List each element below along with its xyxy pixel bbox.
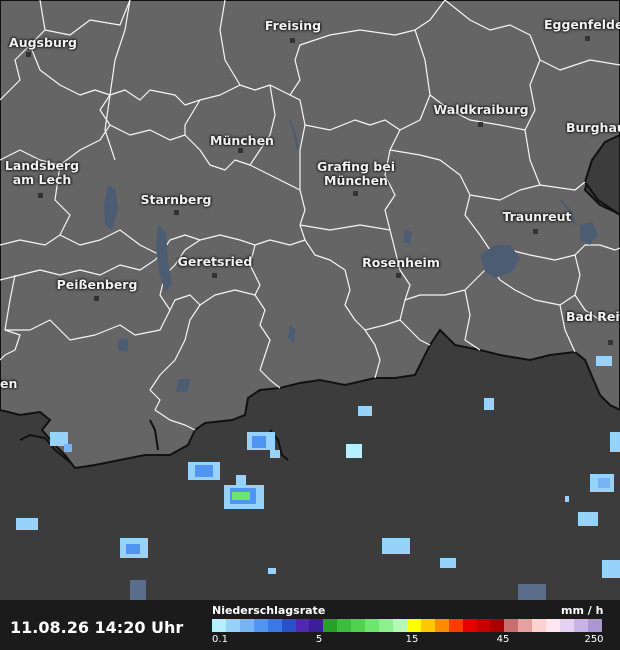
legend-swatch [239,619,254,632]
legend-swatch [448,619,463,632]
timestamp: 11.08.26 14:20 Uhr [10,618,184,637]
city-label-eggenfelden: Eggenfelde [544,17,620,32]
legend-swatch [490,619,505,632]
legend-color-scale [212,619,602,632]
legend-swatch [573,619,588,632]
legend-swatch [337,619,352,632]
city-label-muenchen: München [210,133,274,148]
legend-swatch [392,619,407,632]
legend-tick: 0.1 [212,634,228,645]
legend-swatch [225,619,240,632]
radar-map [0,0,620,600]
city-label-traunreut: Traunreut [502,209,572,224]
legend-swatch [323,619,338,632]
legend-tick: 15 [405,634,419,645]
legend-unit: mm / h [561,604,604,617]
legend-swatch [267,619,282,632]
legend-swatch [379,619,393,632]
legend-swatch [532,619,547,632]
legend-swatch [365,619,380,632]
city-label-landsberg: Landsberg am Lech [4,158,80,187]
city-label-rosenheim: Rosenheim [362,255,440,270]
legend-swatch [351,619,366,632]
city-label-bad-reichenhall: Bad Reic [566,309,620,324]
legend-swatch [587,619,602,632]
city-label-burghausen: Burghau [566,120,620,135]
legend-swatch [212,619,226,632]
legend-swatch [295,619,310,632]
city-label-freising: Freising [264,18,322,33]
legend-swatch [420,619,435,632]
city-label-waldkraiburg: Waldkraiburg [433,102,529,117]
legend-swatch [504,619,519,632]
city-label-edge: en [0,376,18,391]
city-label-starnberg: Starnberg [140,192,212,207]
legend-tick: 5 [315,634,323,645]
city-label-augsburg: Augsburg [9,35,77,50]
city-label-geretsried: Geretsried [177,254,253,269]
legend-swatch [253,619,268,632]
legend-tick: 250 [584,634,604,645]
legend-swatch [560,619,574,632]
footer-bar: 11.08.26 14:20 Uhr Niederschlagsrate mm … [0,600,620,650]
legend-swatch [462,619,477,632]
city-label-peissenberg: Peißenberg [56,277,138,292]
legend-title: Niederschlagsrate [212,604,326,617]
legend-swatch [406,619,421,632]
legend-swatch [309,619,324,632]
legend-swatch [476,619,491,632]
legend-tick: 45 [496,634,510,645]
legend-swatch [281,619,296,632]
city-label-grafing: Grafing bei München [316,159,396,188]
legend-swatch [518,619,533,632]
legend-swatch [434,619,449,632]
legend-swatch [546,619,561,632]
